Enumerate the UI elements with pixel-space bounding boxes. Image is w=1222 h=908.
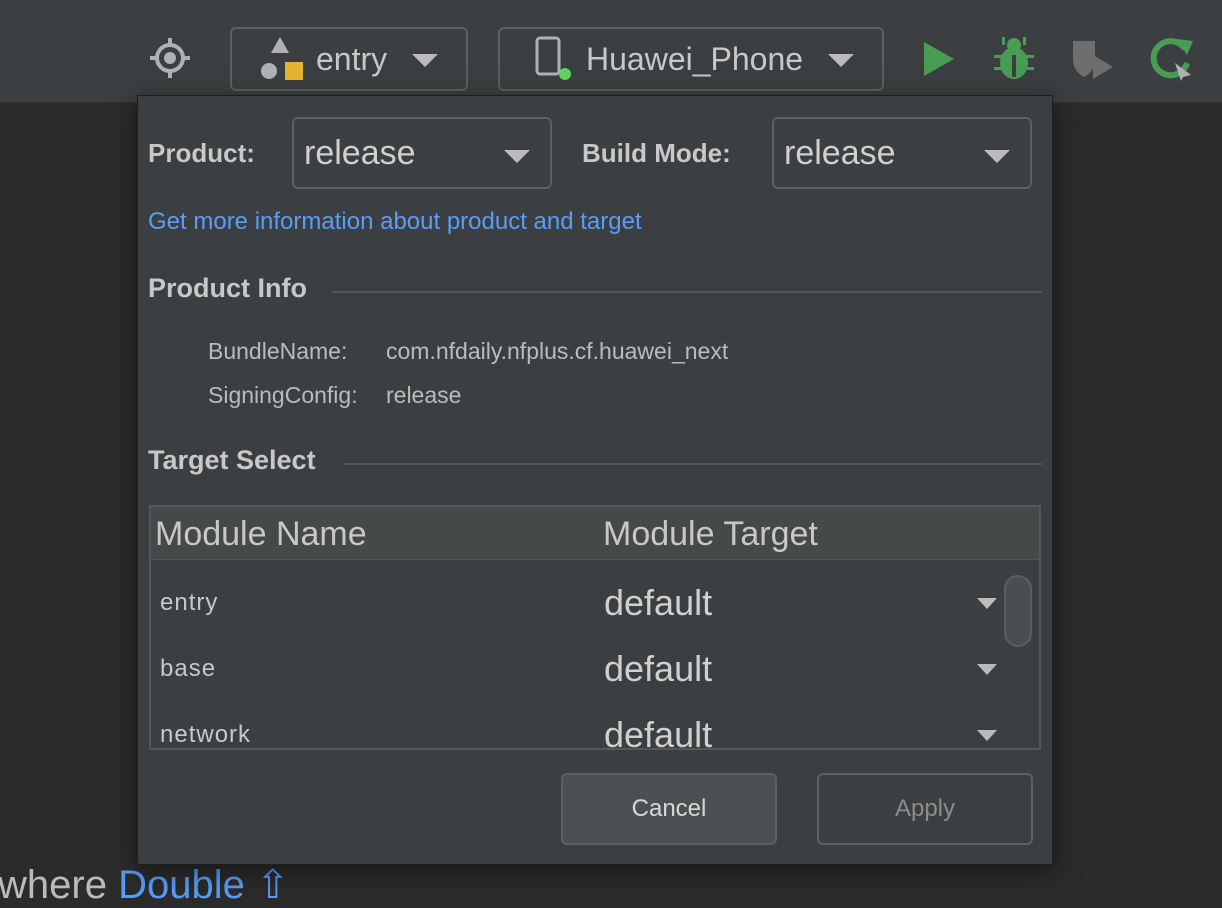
- product-target-popup: Product: release Build Mode: release Get…: [137, 95, 1053, 865]
- module-target-select[interactable]: default: [604, 648, 712, 690]
- section-divider: [344, 463, 1042, 465]
- main-toolbar: entry Huawei_Phone: [0, 0, 1222, 103]
- attach-debugger-icon[interactable]: [1068, 34, 1118, 84]
- column-header-module-target[interactable]: Module Target: [603, 515, 818, 554]
- build-mode-select-value: release: [784, 133, 896, 172]
- column-header-module-name[interactable]: Module Name: [155, 515, 367, 554]
- module-name-cell: base: [160, 655, 217, 682]
- module-name-cell: network: [160, 721, 252, 748]
- product-info-title: Product Info: [148, 273, 307, 303]
- chevron-down-icon: [412, 54, 438, 67]
- table-scroll-thumb[interactable]: [1004, 575, 1032, 647]
- cancel-button[interactable]: Cancel: [561, 773, 777, 845]
- background-hint-shortcut: Double ⇧: [118, 863, 290, 907]
- product-target-info-link[interactable]: Get more information about product and t…: [148, 208, 642, 236]
- table-row[interactable]: entry default: [151, 562, 997, 628]
- chevron-down-icon[interactable]: [977, 664, 997, 675]
- chevron-down-icon[interactable]: [977, 730, 997, 741]
- product-label: Product:: [148, 138, 255, 168]
- target-icon[interactable]: [148, 36, 192, 80]
- bundle-name-value: com.nfdaily.nfplus.cf.huawei_next: [386, 338, 729, 364]
- build-mode-select[interactable]: release: [772, 117, 1032, 189]
- device-selector-label: Huawei_Phone: [586, 40, 804, 77]
- module-icon: [258, 35, 304, 83]
- background-hint: ywhere Double ⇧: [0, 862, 289, 908]
- table-header: Module Name Module Target: [151, 507, 1039, 560]
- module-name-cell: entry: [160, 589, 219, 616]
- module-selector-label: entry: [316, 40, 388, 77]
- module-target-select[interactable]: default: [604, 582, 712, 624]
- debug-icon[interactable]: [990, 34, 1038, 82]
- product-select-value: release: [304, 133, 416, 172]
- target-select-title: Target Select: [148, 445, 316, 475]
- chevron-down-icon: [828, 54, 854, 67]
- chevron-down-icon: [984, 150, 1010, 163]
- module-target-select[interactable]: default: [604, 714, 712, 748]
- run-icon[interactable]: [918, 37, 958, 81]
- background-hint-text: ywhere: [0, 863, 107, 907]
- phone-icon: [534, 36, 574, 82]
- signing-config-key: SigningConfig:: [208, 382, 358, 408]
- device-selector[interactable]: Huawei_Phone: [498, 27, 884, 91]
- target-select-table: Module Name Module Target entry default …: [149, 505, 1041, 750]
- product-select[interactable]: release: [292, 117, 552, 189]
- bundle-name-key: BundleName:: [208, 338, 348, 364]
- build-mode-label: Build Mode:: [582, 138, 731, 168]
- module-selector[interactable]: entry: [230, 27, 468, 91]
- apply-button[interactable]: Apply: [817, 773, 1033, 845]
- chevron-down-icon: [504, 150, 530, 163]
- chevron-down-icon[interactable]: [977, 598, 997, 609]
- signing-config-value: release: [386, 382, 462, 408]
- table-row[interactable]: network default: [151, 694, 997, 748]
- section-divider: [332, 291, 1042, 293]
- table-row[interactable]: base default: [151, 628, 997, 694]
- apply-changes-icon[interactable]: [1146, 34, 1196, 84]
